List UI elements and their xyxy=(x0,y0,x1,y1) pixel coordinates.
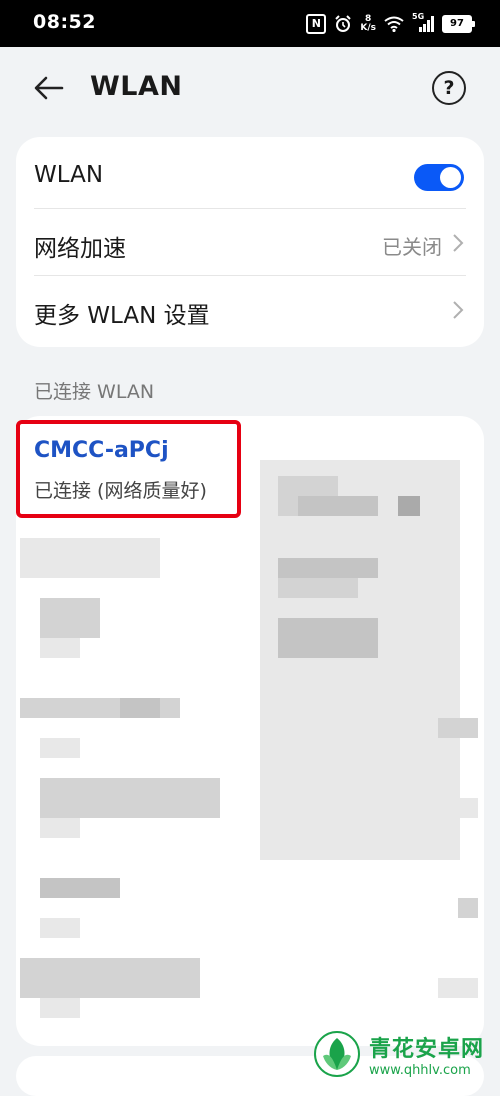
chevron-right-icon xyxy=(453,301,464,319)
watermark: 青花安卓网 www.qhhlv.com xyxy=(313,1030,484,1078)
watermark-name: 青花安卓网 xyxy=(368,1036,484,1062)
network-acceleration-row[interactable]: 网络加速 已关闭 xyxy=(34,209,466,276)
connected-network-item[interactable]: CMCC-aPCj 已连接 (网络质量好) xyxy=(16,420,241,518)
more-wlan-settings-label: 更多 WLAN 设置 xyxy=(34,303,210,329)
watermark-url: www.qhhlv.com xyxy=(368,1062,471,1078)
status-icons: N 8 K/s 5G 97 xyxy=(306,12,475,36)
status-time: 08:52 xyxy=(33,11,96,33)
network-status: 已连接 (网络质量好) xyxy=(34,480,207,502)
network-acceleration-value: 已关闭 xyxy=(382,235,442,259)
wlan-toggle-row[interactable]: WLAN xyxy=(34,142,466,209)
status-bar: 08:52 N 8 K/s 5G 97 xyxy=(0,0,500,47)
wlan-settings-card: WLAN 网络加速 已关闭 更多 WLAN 设置 xyxy=(16,137,484,347)
nfc-icon: N xyxy=(306,14,327,34)
watermark-text: 青花安卓网 www.qhhlv.com xyxy=(369,1031,484,1078)
help-icon[interactable]: ? xyxy=(432,71,466,105)
toggle-knob xyxy=(440,167,461,188)
network-name: CMCC-aPCj xyxy=(34,438,169,463)
network-speed-indicator: 8 K/s xyxy=(360,15,376,33)
wifi-icon xyxy=(384,16,404,32)
speed-unit: K/s xyxy=(360,23,376,33)
network-acceleration-label: 网络加速 xyxy=(34,236,126,262)
wlan-toggle-switch[interactable] xyxy=(414,164,464,191)
chevron-right-icon xyxy=(453,234,464,252)
back-arrow-icon[interactable] xyxy=(32,71,66,105)
battery-icon: 97 xyxy=(442,15,475,33)
more-wlan-settings-row[interactable]: 更多 WLAN 设置 xyxy=(34,276,466,343)
wlan-label: WLAN xyxy=(34,162,104,188)
watermark-logo-icon xyxy=(313,1031,360,1077)
title-bar: WLAN ? xyxy=(0,47,500,131)
cellular-signal-icon: 5G xyxy=(412,12,434,32)
page-title: WLAN xyxy=(90,71,183,102)
alarm-icon xyxy=(335,15,352,32)
connected-wlan-section-title: 已连接 WLAN xyxy=(34,381,155,403)
